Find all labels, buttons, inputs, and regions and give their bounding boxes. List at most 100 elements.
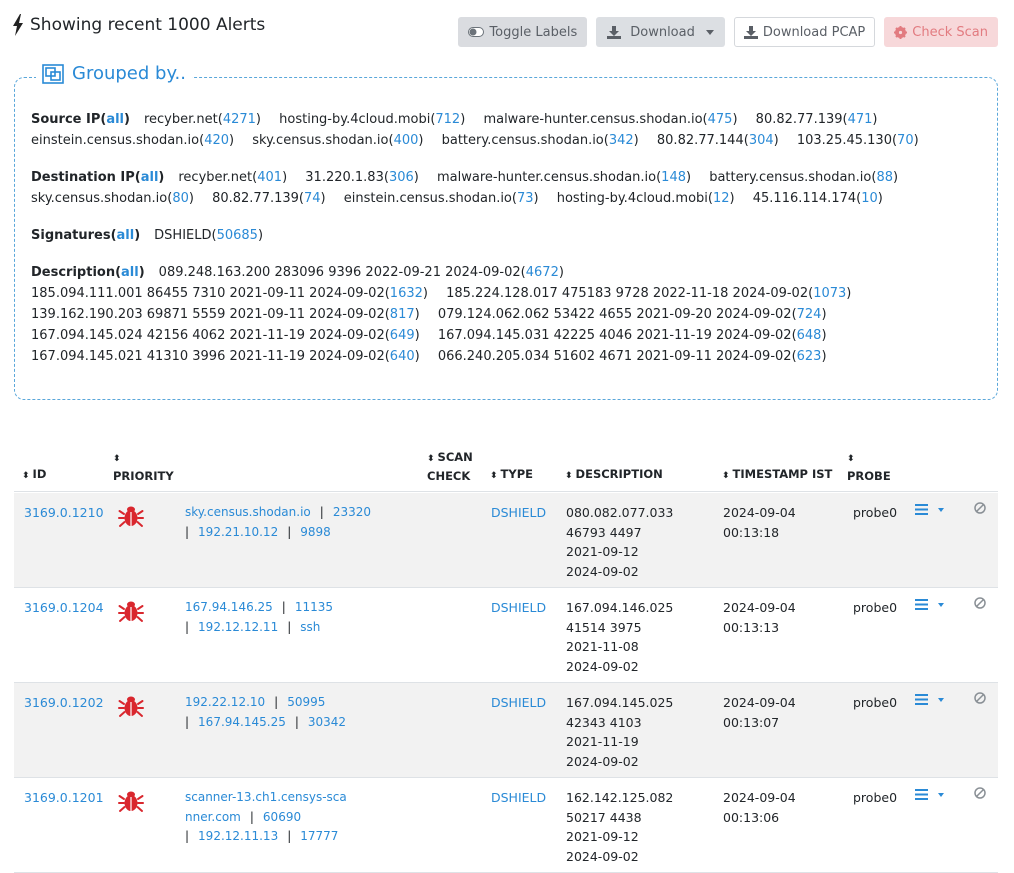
group-item: 185.224.128.017 475183 9728 2022-11-18 2… xyxy=(446,286,852,301)
row-actions-dropdown[interactable] xyxy=(915,504,944,515)
group-item-count-link[interactable]: 817 xyxy=(390,307,415,322)
grouped-by-title: Grouped by.. xyxy=(36,63,192,84)
column-type[interactable]: ⬍ TYPE xyxy=(490,466,533,485)
group-item-count-link[interactable]: 648 xyxy=(797,328,822,343)
separator: | xyxy=(287,829,292,843)
all-link[interactable]: all xyxy=(121,265,139,280)
group-item-count-link[interactable]: 649 xyxy=(390,328,415,343)
source-link[interactable]: 167.94.146.25 xyxy=(185,600,273,614)
list-icon xyxy=(915,694,928,705)
page-title: Showing recent 1000 Alerts xyxy=(12,14,265,36)
group-item-count-link[interactable]: 4271 xyxy=(223,112,256,127)
group-item-count-link[interactable]: 1073 xyxy=(813,286,846,301)
alerts-table-header: ⬍ ID ⬍ PRIORITY ⬍ SCAN CHECK ⬍ TYPE ⬍ DESCRIPT… xyxy=(14,449,998,492)
all-link[interactable]: all xyxy=(106,112,124,127)
alert-id-link[interactable]: 3169.0.1210 xyxy=(24,503,104,523)
separator: | xyxy=(185,524,190,539)
signatures-group: Signatures(all) DSHIELD(50685) xyxy=(31,225,981,246)
group-item-count-link[interactable]: 1632 xyxy=(390,286,423,301)
group-item-count-link[interactable]: 73 xyxy=(517,191,534,206)
destination-port-link[interactable]: 30342 xyxy=(308,715,346,729)
type-link[interactable]: DSHIELD xyxy=(491,788,546,808)
group-item: malware-hunter.census.shodan.io(148) xyxy=(436,170,692,185)
block-icon[interactable] xyxy=(974,502,986,517)
group-item-count-link[interactable]: 400 xyxy=(394,133,419,148)
group-item-count-link[interactable]: 12 xyxy=(713,191,730,206)
group-item-count-link[interactable]: 148 xyxy=(661,170,686,185)
group-item-name: 185.224.128.017 475183 9728 2022-11-18 2… xyxy=(446,286,809,301)
source-port-link[interactable]: 60690 xyxy=(263,810,301,824)
group-label: Description(all) xyxy=(31,265,145,280)
sort-icon: ⬍ xyxy=(722,471,730,481)
group-item-count-link[interactable]: 70 xyxy=(897,133,914,148)
group-item-count-link[interactable]: 88 xyxy=(876,170,893,185)
block-icon[interactable] xyxy=(974,787,986,802)
list-icon xyxy=(915,599,928,610)
group-item-count-link[interactable]: 74 xyxy=(304,191,321,206)
type-link[interactable]: DSHIELD xyxy=(491,503,546,523)
column-priority[interactable]: ⬍ PRIORITY xyxy=(113,449,174,485)
group-item-name: 066.240.205.034 51602 4671 2021-09-11 20… xyxy=(437,349,792,364)
destination-link[interactable]: 167.94.145.25 xyxy=(198,715,286,729)
group-item-count-link[interactable]: 304 xyxy=(749,133,774,148)
check-scan-button[interactable]: Check Scan xyxy=(884,17,998,47)
toggle-labels-button[interactable]: Toggle Labels xyxy=(458,17,588,47)
source-port-link[interactable]: 11135 xyxy=(295,600,333,614)
group-item-name: sky.census.shodan.io xyxy=(31,191,168,206)
group-item: 45.116.114.174(10) xyxy=(752,191,883,206)
column-probe[interactable]: ⬍ PROBE xyxy=(847,449,891,485)
column-description[interactable]: ⬍ DESCRIPTION xyxy=(565,466,663,485)
row-actions-dropdown[interactable] xyxy=(915,789,944,800)
download-icon xyxy=(607,25,622,39)
type-link[interactable]: DSHIELD xyxy=(491,598,546,618)
column-timestamp[interactable]: ⬍ TIMESTAMP IST xyxy=(722,466,832,485)
source-link[interactable]: sky.census.shodan.io xyxy=(185,505,311,519)
row-actions-dropdown[interactable] xyxy=(915,694,944,705)
all-link[interactable]: all xyxy=(117,228,135,243)
column-scan-check[interactable]: ⬍ SCAN CHECK xyxy=(427,449,473,485)
group-item-count-link[interactable]: 401 xyxy=(257,170,282,185)
type-link[interactable]: DSHIELD xyxy=(491,693,546,713)
source-port-link[interactable]: 23320 xyxy=(333,505,371,519)
group-item-count-link[interactable]: 471 xyxy=(848,112,873,127)
alert-id-link[interactable]: 3169.0.1201 xyxy=(24,788,104,808)
download-dropdown-button[interactable]: Download xyxy=(596,17,725,47)
group-item-count-link[interactable]: 640 xyxy=(390,349,415,364)
all-link[interactable]: all xyxy=(141,170,159,185)
group-item-count-link[interactable]: 342 xyxy=(609,133,634,148)
download-pcap-button[interactable]: Download PCAP xyxy=(733,17,876,47)
group-item-count-link[interactable]: 80 xyxy=(172,191,189,206)
alert-id-link[interactable]: 3169.0.1202 xyxy=(24,693,104,713)
destination-link[interactable]: 192.12.11.13 xyxy=(198,829,278,843)
destination-link[interactable]: 192.21.10.12 xyxy=(198,525,278,539)
destination-link[interactable]: 192.12.12.11 xyxy=(198,620,278,634)
block-icon[interactable] xyxy=(974,692,986,707)
group-item-count-link[interactable]: 420 xyxy=(204,133,229,148)
table-row: 3169.0.1201 scanner-13.ch1.censys-sca nne… xyxy=(14,778,998,873)
block-icon[interactable] xyxy=(974,597,986,612)
group-item: 167.094.145.021 41310 3996 2021-11-19 20… xyxy=(31,349,420,364)
group-item-count-link[interactable]: 475 xyxy=(708,112,733,127)
description-line: 50217 4438 xyxy=(566,809,642,825)
group-item: sky.census.shodan.io(80) xyxy=(31,191,194,206)
group-item: einstein.census.shodan.io(420) xyxy=(31,133,235,148)
column-id[interactable]: ⬍ ID xyxy=(22,466,46,485)
destination-port-link[interactable]: 9898 xyxy=(300,525,331,539)
group-item-count-link[interactable]: 712 xyxy=(435,112,460,127)
probe-value: probe0 xyxy=(853,695,898,710)
group-item-count-link[interactable]: 623 xyxy=(797,349,822,364)
alert-id-link[interactable]: 3169.0.1204 xyxy=(24,598,104,618)
group-item-count-link[interactable]: 306 xyxy=(389,170,414,185)
row-actions-dropdown[interactable] xyxy=(915,599,944,610)
source-port-link[interactable]: 50995 xyxy=(287,695,325,709)
group-item-count-link[interactable]: 10 xyxy=(861,191,878,206)
group-item-count-link[interactable]: 724 xyxy=(797,307,822,322)
source-link[interactable]: 192.22.12.10 xyxy=(185,695,265,709)
group-item-name: 31.220.1.83 xyxy=(305,170,384,185)
bug-icon xyxy=(118,693,144,719)
group-item-count-link[interactable]: 4672 xyxy=(526,265,559,280)
group-item-name: 80.82.77.144 xyxy=(656,133,744,148)
destination-port-link[interactable]: ssh xyxy=(300,620,320,634)
destination-port-link[interactable]: 17777 xyxy=(300,829,338,843)
group-item-count-link[interactable]: 50685 xyxy=(217,228,258,243)
